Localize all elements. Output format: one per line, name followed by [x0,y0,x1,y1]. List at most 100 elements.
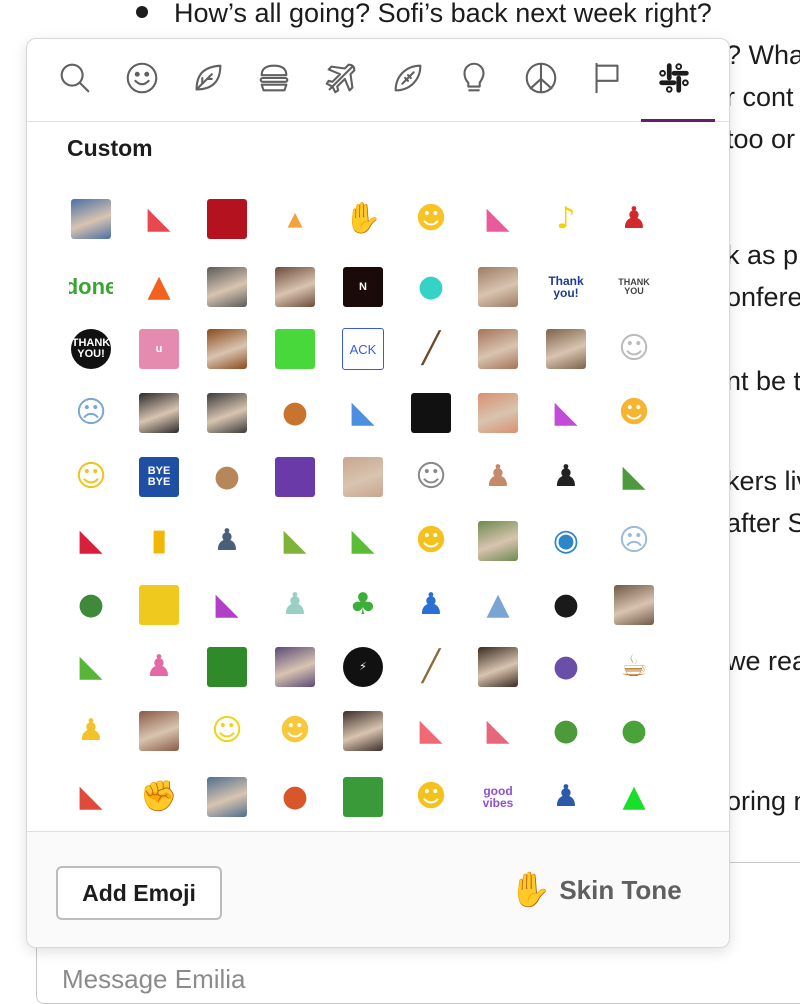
letter-n-fire-emoji[interactable]: N [341,265,385,309]
rage-face-emoji[interactable]: ☹ [612,519,656,563]
fist-bump-emoji[interactable]: ✊ [137,775,181,819]
woman-photo-3-emoji[interactable] [476,519,520,563]
teddy-bear-emoji[interactable]: ● [273,391,317,435]
desk-worker-emoji[interactable]: ♟ [205,519,249,563]
sombrero-parrot-emoji[interactable]: ◣ [69,775,113,819]
tab-search[interactable] [50,53,100,103]
good-vibes-emoji[interactable]: good vibes [476,775,520,819]
pepe-emoji[interactable]: ● [544,709,588,753]
penguin-emoji[interactable]: ● [544,583,588,627]
grimace-emoji[interactable]: ☻ [612,391,656,435]
tab-food[interactable] [249,53,299,103]
ack-emoji[interactable]: ACK [341,327,385,371]
raised-hands-emoji[interactable]: ✋ [341,197,385,241]
woman-photo-emoji[interactable] [476,265,520,309]
pink-parrot-2-emoji[interactable]: ◣ [409,709,453,753]
thank-you-bubble-emoji[interactable]: THANK YOU! [69,327,113,371]
dab-parrot-emoji[interactable]: ◣ [205,583,249,627]
bars-emoji[interactable]: ▮ [137,519,181,563]
letter-u-emoji[interactable]: u [137,327,181,371]
tab-activity[interactable] [383,53,433,103]
dancing-man-emoji[interactable]: ♟ [476,455,520,499]
megaman-emoji[interactable]: ♟ [409,583,453,627]
lightbulb-face-emoji[interactable]: ☺ [69,455,113,499]
cake-emoji[interactable]: ▴ [273,197,317,241]
parrot-red-emoji[interactable]: ◣ [137,197,181,241]
green-outline-parrot-emoji[interactable]: ◣ [612,455,656,499]
green-field-emoji[interactable] [205,645,249,689]
batman-emoji[interactable] [205,391,249,435]
yellow-cube-emoji[interactable] [137,583,181,627]
blurry-photo-emoji[interactable] [341,455,385,499]
add-emoji-button[interactable]: Add Emoji [56,866,222,920]
news-desk-emoji[interactable] [273,645,317,689]
green-parrot-emoji[interactable]: ◣ [341,519,385,563]
portrait-photo-emoji[interactable] [69,197,113,241]
tab-objects[interactable] [449,53,499,103]
thank-you-sign-emoji[interactable]: THANK YOU [612,265,656,309]
green-arrow-emoji[interactable]: ▲ [612,775,656,819]
ghost-cyan-emoji[interactable]: ● [409,265,453,309]
tab-flags[interactable] [582,53,632,103]
thank-you-text-emoji[interactable]: Thank you! [544,265,588,309]
fbi-parrot-emoji[interactable]: ◣ [476,709,520,753]
man-photo-2-emoji[interactable] [612,583,656,627]
sunglasses-parrot-emoji[interactable]: ◣ [69,645,113,689]
bye-bye-emoji[interactable]: BYE BYE [137,455,181,499]
clapping-face-emoji[interactable]: ☻ [409,775,453,819]
lightning-bubble-emoji[interactable]: ⚡ [341,645,385,689]
photo-strip-emoji[interactable] [205,775,249,819]
rifle-emoji[interactable]: ╱ [409,327,453,371]
woman-photo-2-emoji[interactable] [476,327,520,371]
person-photo-bw-emoji[interactable] [205,265,249,309]
cool-crying-emoji[interactable]: ☻ [409,519,453,563]
broom-emoji[interactable]: ╱ [409,645,453,689]
confused-parrot-emoji[interactable]: ◣ [273,519,317,563]
blue-parrot-emoji[interactable]: ◣ [341,391,385,435]
purple-parrot-emoji[interactable]: ◣ [544,391,588,435]
cactus-emoji[interactable]: ♣ [341,583,385,627]
tab-custom[interactable] [641,53,715,122]
tab-nature[interactable] [183,53,233,103]
skin-tone-button[interactable]: ✋ Skin Tone [509,862,682,918]
spiderman-emoji[interactable]: ♟ [612,197,656,241]
sketch-face-emoji[interactable]: ☺ [612,327,656,371]
capybara-emoji[interactable]: ● [205,455,249,499]
purple-drop-emoji[interactable]: ● [544,645,588,689]
black-square-emoji[interactable] [409,391,453,435]
green-creature-emoji[interactable] [273,327,317,371]
face-closeup-emoji[interactable] [476,391,520,435]
muppet-emoji[interactable] [205,327,249,371]
frog-meme-emoji[interactable]: ● [69,583,113,627]
red-fez-emoji[interactable] [205,197,249,241]
soccer-goal-emoji[interactable] [341,775,385,819]
dab-figure-emoji[interactable]: ♟ [273,583,317,627]
tab-symbols[interactable] [516,53,566,103]
meme-face-emoji[interactable]: ☺ [409,455,453,499]
pepe-happy-emoji[interactable]: ● [612,709,656,753]
done-emoji[interactable]: done [69,265,113,309]
tab-travel[interactable] [316,53,366,103]
globe-dance-emoji[interactable]: ◉ [544,519,588,563]
tea-cup-emoji[interactable]: ☕ [612,645,656,689]
pink-parrot-emoji[interactable]: ◣ [476,197,520,241]
pink-dance-emoji[interactable]: ♟ [137,645,181,689]
eyes-face-emoji[interactable]: ☺ [205,709,249,753]
sad-smile-emoji[interactable]: ☻ [409,197,453,241]
man-photo-emoji[interactable] [544,327,588,371]
fire-emoji[interactable]: ▲ [137,265,181,309]
mr-burns-emoji[interactable]: ♟ [69,709,113,753]
woman-dark-photo-emoji[interactable] [341,709,385,753]
man-suit-emoji[interactable] [137,391,181,435]
tab-smileys[interactable] [117,53,167,103]
running-man-emoji[interactable]: ♟ [544,775,588,819]
magic-carpet-emoji[interactable] [273,455,317,499]
shark-emoji[interactable]: ▲ [476,583,520,627]
dancer-emoji[interactable]: ♟ [544,455,588,499]
man-photo-3-emoji[interactable] [476,645,520,689]
thinking-face-emoji[interactable]: ☻ [273,709,317,753]
banana-dance-emoji[interactable]: ♪ [544,197,588,241]
crying-cat-emoji[interactable]: ☹ [69,391,113,435]
laughing-man-emoji[interactable] [137,709,181,753]
christmas-parrot-emoji[interactable]: ◣ [69,519,113,563]
